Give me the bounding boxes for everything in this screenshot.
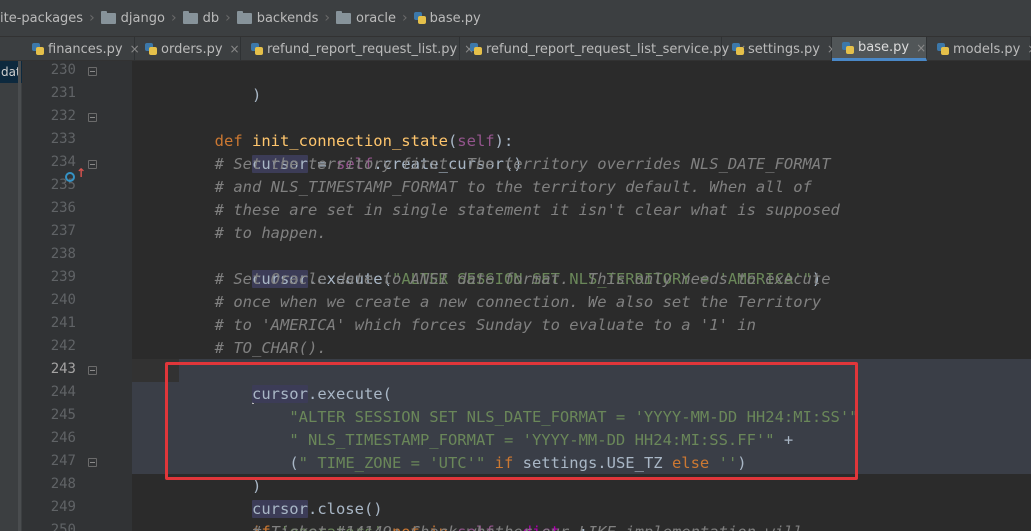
tab-label: finances.py: [48, 41, 123, 57]
tab-refund-report-request-list-py[interactable]: refund_report_request_list.py ×: [241, 37, 474, 61]
code-token: # Ticket #14149: Check whether our LIKE …: [252, 523, 803, 531]
tab-label: base.py: [858, 40, 910, 55]
tab-label: models.py: [953, 41, 1021, 57]
code-comment: # Set Oracle date to ANSI date format. T…: [140, 268, 831, 291]
line-number: 250: [50, 522, 76, 531]
line-number: 241: [50, 315, 76, 331]
line-number: 236: [50, 200, 76, 216]
code-comment: # once when we create a new connection. …: [140, 291, 822, 314]
code-token: # these are set in single statement it i…: [214, 201, 840, 219]
arrow-up-icon[interactable]: ↑: [76, 166, 86, 180]
code-comment: # and NLS_TIMESTAMP_FORMAT to the territ…: [140, 176, 812, 199]
tab-label: orders.py: [161, 41, 223, 57]
python-file-icon: [32, 43, 44, 55]
line-number: 244: [50, 384, 76, 400]
line-number: 242: [50, 338, 76, 354]
close-icon[interactable]: ×: [1027, 42, 1031, 56]
editor-tab-bar: finances.py × orders.py × refund_report_…: [0, 37, 1031, 61]
folder-icon: [236, 10, 252, 24]
code-token: ): [251, 86, 262, 104]
python-file-icon: [413, 12, 426, 24]
folder-icon: [182, 10, 198, 24]
code-comment: # these are set in single statement it i…: [140, 199, 840, 222]
code-token: # once when we create a new connection. …: [214, 293, 822, 311]
code-line: cursor = self.create_cursor(): [140, 130, 523, 173]
breadcrumb-item-oracle[interactable]: oracle ›: [330, 10, 408, 26]
tab-finances-py[interactable]: finances.py ×: [22, 37, 140, 61]
python-file-icon: [937, 43, 949, 55]
project-panel: dat: [0, 61, 22, 531]
breadcrumb: ite-packages › django › db › backends › …: [0, 0, 1031, 37]
breadcrumb-label: db: [202, 10, 220, 26]
code-comment: # to 'AMERICA' which forces Sunday to ev…: [140, 314, 756, 337]
line-number: 232: [50, 108, 76, 124]
line-number: 239: [50, 269, 76, 285]
python-file-icon: [732, 43, 744, 55]
chevron-right-icon: ›: [402, 10, 408, 26]
code-token: # Set Oracle date to ANSI date format. T…: [214, 270, 831, 288]
tab-base-py[interactable]: base.py ×: [832, 37, 927, 61]
breadcrumb-item-django[interactable]: django ›: [95, 10, 177, 26]
breadcrumb-label: django: [120, 10, 165, 26]
project-scrollbar[interactable]: [18, 61, 21, 531]
tab-settings-py[interactable]: settings.py ×: [722, 37, 837, 61]
code-line: cursor.execute("ALTER SESSION SET NLS_TE…: [140, 245, 821, 288]
code-token: # Set the territory first. The territory…: [214, 155, 831, 173]
close-icon[interactable]: ×: [230, 42, 240, 56]
breadcrumb-item-site-packages[interactable]: ite-packages ›: [0, 10, 95, 26]
line-number: 248: [50, 476, 76, 492]
annotation-highlight-box: [165, 362, 858, 480]
breadcrumb-item-base-py[interactable]: base.py: [413, 10, 481, 26]
breadcrumb-item-db[interactable]: db ›: [177, 10, 231, 26]
breadcrumb-label: backends: [256, 10, 319, 26]
line-number: 246: [50, 430, 76, 446]
line-number: 240: [50, 292, 76, 308]
tab-label: settings.py: [748, 41, 820, 57]
fold-marker-icon[interactable]: [88, 67, 97, 76]
line-number: 230: [50, 62, 76, 78]
fold-marker-icon[interactable]: [88, 366, 97, 375]
line-number: 237: [50, 223, 76, 239]
code-line: def init_connection_state(self):: [140, 107, 514, 150]
breadcrumb-label: base.py: [429, 10, 481, 26]
folder-icon: [336, 10, 351, 24]
line-number: 238: [50, 246, 76, 262]
python-file-icon: [470, 43, 482, 55]
tab-models-py[interactable]: models.py ×: [927, 37, 1031, 61]
line-number: 234: [50, 154, 76, 170]
code-comment: # Set the territory first. The territory…: [140, 153, 831, 176]
python-file-icon: [145, 43, 157, 55]
code-token: # TO_CHAR().: [214, 339, 327, 357]
code-comment: # to happen.: [140, 222, 327, 245]
code-token: # to 'AMERICA' which forces Sunday to ev…: [214, 316, 756, 334]
method-override-icon[interactable]: [65, 172, 75, 182]
code-token: # to happen.: [214, 224, 327, 242]
code-line: ): [140, 61, 261, 104]
code-comment: # TO_CHAR().: [140, 337, 327, 360]
fold-marker-icon[interactable]: [88, 160, 97, 169]
python-file-icon: [842, 41, 854, 54]
breadcrumb-label: oracle: [356, 10, 397, 26]
line-number: 231: [50, 85, 76, 101]
editor-gutter: 230 231 232 233 234 235 236 237 238 239 …: [22, 61, 132, 531]
breadcrumb-label: ite-packages: [0, 10, 84, 26]
tab-orders-py[interactable]: orders.py ×: [135, 37, 241, 61]
current-line-number: 243: [50, 361, 76, 377]
python-file-icon: [251, 43, 263, 55]
fold-marker-icon[interactable]: [88, 113, 97, 122]
line-number: 233: [50, 131, 76, 147]
code-comment: # Ticket #14149: Check whether our LIKE …: [140, 521, 803, 531]
tab-label: refund_report_request_list_service.py: [486, 41, 730, 57]
line-number: 249: [50, 499, 76, 515]
close-icon[interactable]: ×: [916, 41, 926, 55]
code-line: if 'operators' not in self.__dict__:: [140, 498, 588, 531]
line-number: 247: [50, 453, 76, 469]
tab-refund-report-request-list-service-py[interactable]: refund_report_request_list_service.py ×: [460, 37, 746, 61]
folder-icon: [100, 10, 116, 24]
fold-marker-icon[interactable]: [88, 458, 97, 467]
line-number: 245: [50, 407, 76, 423]
breadcrumb-item-backends[interactable]: backends ›: [231, 10, 330, 26]
code-token: # and NLS_TIMESTAMP_FORMAT to the territ…: [214, 178, 812, 196]
tab-label: refund_report_request_list.py: [267, 41, 458, 57]
